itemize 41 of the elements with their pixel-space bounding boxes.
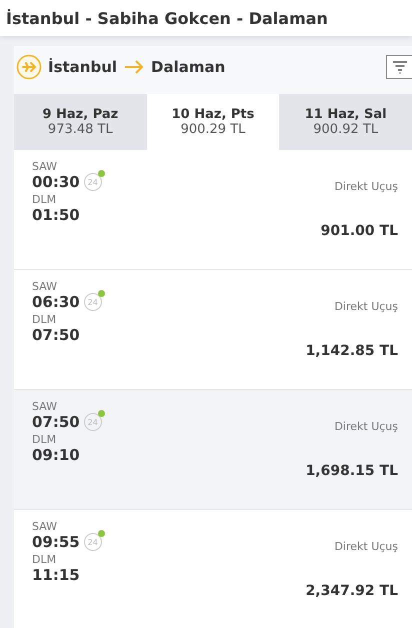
airport-code: SAW [32, 280, 58, 293]
clock-badge: 24 [84, 173, 102, 191]
page-title: İstanbul - Sabiha Gokcen - Dalaman [6, 8, 328, 28]
flight-type: Direkt Uçuş [334, 300, 398, 313]
origin-city: İstanbul [48, 58, 118, 76]
arrow-icon [123, 59, 146, 75]
flight-row[interactable]: SAW 07:50 24 DLM 09:10 Direkt Uçuş 1,698.15 TL [14, 390, 412, 510]
date-tab[interactable]: 9 Haz, Paz 973.48 TL [14, 94, 147, 150]
flight-price: 901.00 TL [320, 223, 398, 239]
airport-code: DLM [32, 553, 58, 566]
date-tab[interactable]: 11 Haz, Sal 900.92 TL [279, 94, 412, 150]
flight-price: 1,142.85 TL [306, 343, 398, 359]
flight-type: Direkt Uçuş [334, 420, 398, 433]
clock-badge: 24 [84, 533, 102, 551]
arrival-time: 09:10 [32, 446, 81, 464]
clock-badge: 24 [84, 413, 102, 431]
flight-type: Direkt Uçuş [334, 180, 398, 193]
clock-badge: 24 [84, 293, 102, 311]
flight-price: 1,698.15 TL [306, 463, 398, 479]
departure-time: 00:30 [32, 173, 80, 191]
filter-button[interactable] [386, 55, 412, 79]
arrival-time: 07:50 [32, 326, 81, 344]
flight-row[interactable]: SAW 00:30 24 DLM 01:50 Direkt Uçuş 901.00 TL [14, 150, 412, 270]
date-tab[interactable]: 10 Haz, Pts 900.29 TL [146, 94, 280, 150]
destination-city: Dalaman [151, 58, 226, 76]
arrival-time: 11:15 [32, 566, 81, 584]
filter-icon [392, 60, 408, 74]
airport-code: DLM [32, 193, 58, 206]
arrival-time: 01:50 [32, 206, 81, 224]
airport-code: SAW [32, 520, 58, 533]
departure-time: 09:55 [32, 533, 80, 551]
departure-time: 06:30 [32, 293, 80, 311]
airport-code: SAW [32, 400, 58, 413]
airport-code: DLM [32, 433, 58, 446]
airport-code: SAW [32, 160, 58, 173]
flight-price: 2,347.92 TL [306, 583, 398, 599]
flight-row[interactable]: SAW 06:30 24 DLM 07:50 Direkt Uçuş 1,142.85 TL [14, 270, 412, 390]
airport-code: DLM [32, 313, 58, 326]
flight-row[interactable]: SAW 09:55 24 DLM 11:15 Direkt Uçuş 2,347.92 TL [14, 510, 412, 628]
flight-type: Direkt Uçuş [334, 540, 398, 553]
departure-time: 07:50 [32, 413, 80, 431]
